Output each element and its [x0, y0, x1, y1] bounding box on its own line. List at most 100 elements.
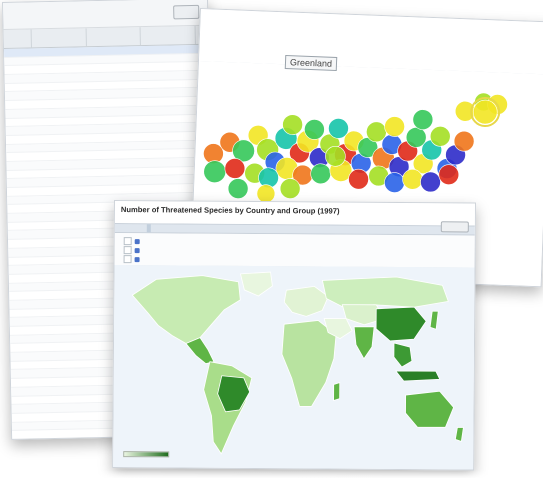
menu-edit[interactable]: [133, 224, 137, 232]
chevron-down-icon[interactable]: [134, 256, 140, 262]
table-cell: [39, 369, 94, 378]
table-cell: [89, 176, 144, 185]
table-cell: [11, 387, 39, 395]
table-cell: [40, 429, 95, 438]
table-cell: [87, 55, 142, 64]
legend-color-scale: [123, 451, 170, 458]
bubble[interactable]: [325, 146, 346, 167]
table-cell: [11, 404, 39, 412]
world-map[interactable]: [113, 265, 475, 470]
location-select[interactable]: [123, 246, 132, 255]
table-cell: [9, 309, 37, 317]
table-cell: [38, 334, 93, 343]
column-header[interactable]: [140, 25, 196, 46]
table-cell: [37, 299, 92, 308]
table-cell: [141, 45, 196, 54]
table-cell: [35, 204, 90, 213]
menu-file[interactable]: [119, 224, 123, 232]
table-cell: [9, 274, 37, 282]
bubble[interactable]: [348, 168, 369, 190]
table-cell: [88, 116, 143, 125]
table-cell: [33, 91, 88, 100]
map-controls: [114, 233, 475, 269]
table-cell: [38, 325, 93, 334]
table-cell: [10, 326, 38, 334]
visualization-select[interactable]: [123, 237, 132, 246]
world-map-svg: [113, 265, 475, 470]
bubble[interactable]: [282, 114, 303, 135]
bubble[interactable]: [384, 172, 405, 193]
table-cell: [12, 413, 40, 421]
table-cell: [35, 169, 90, 178]
table-cell: [5, 74, 33, 82]
table-cell: [40, 412, 95, 421]
table-cell: [39, 395, 94, 404]
column-header[interactable]: [3, 29, 32, 48]
bubble[interactable]: [438, 164, 460, 185]
bubble[interactable]: [453, 130, 475, 152]
table-cell: [89, 168, 144, 177]
bubble[interactable]: [279, 178, 301, 199]
table-cell: [10, 318, 38, 326]
table-cell: [88, 124, 143, 133]
table-cell: [87, 81, 142, 90]
table-cell: [12, 431, 40, 439]
table-cell: [12, 422, 40, 430]
menu-view[interactable]: [126, 224, 130, 232]
table-cell: [33, 108, 88, 117]
table-cell: [36, 230, 91, 239]
bottom-fade: [0, 470, 543, 478]
table-cell: [144, 158, 199, 167]
table-cell: [7, 187, 35, 195]
bubble[interactable]: [203, 160, 227, 183]
table-cell: [143, 149, 198, 158]
table-cell: [142, 80, 197, 89]
table-cell: [5, 118, 33, 126]
table-cell: [5, 83, 33, 91]
table-cell: [35, 212, 90, 221]
menu-share[interactable]: [146, 224, 151, 233]
chevron-down-icon[interactable]: [134, 247, 140, 253]
table-cell: [87, 63, 142, 72]
share-button[interactable]: [440, 221, 469, 233]
table-cell: [6, 161, 34, 169]
table-cell: [88, 107, 143, 116]
bubble[interactable]: [420, 171, 441, 193]
table-cell: [35, 186, 90, 195]
bubble[interactable]: [412, 109, 434, 130]
country-indonesia[interactable]: [394, 370, 441, 382]
table-cell: [7, 205, 35, 213]
bubble[interactable]: [227, 178, 249, 199]
chevron-down-icon[interactable]: [134, 238, 140, 244]
bubble[interactable]: [310, 163, 332, 185]
table-cell: [10, 344, 38, 352]
menu-visualize[interactable]: [140, 224, 144, 232]
table-cell: [142, 97, 197, 106]
table-cell: [11, 361, 39, 369]
value-select[interactable]: [123, 255, 132, 264]
column-header[interactable]: [31, 28, 87, 48]
column-header[interactable]: [86, 27, 142, 47]
table-cell: [9, 292, 37, 300]
bubble[interactable]: [402, 168, 423, 190]
location-control: [121, 246, 140, 255]
bubble[interactable]: [224, 158, 246, 179]
table-cell: [8, 239, 36, 247]
bubble[interactable]: [384, 116, 405, 137]
table-cell: [34, 151, 89, 160]
table-cell: [10, 335, 38, 343]
table-cell: [4, 48, 32, 56]
table-cell: [142, 71, 197, 80]
table-cell: [37, 273, 92, 282]
country-madagascar[interactable]: [333, 382, 341, 402]
bubble[interactable]: [304, 119, 325, 140]
table-cell: [34, 160, 89, 169]
table-cell: [32, 65, 87, 74]
table-cell: [38, 343, 93, 352]
table-cell: [37, 308, 92, 317]
toolbar-button[interactable]: [173, 4, 200, 20]
table-cell: [37, 282, 92, 291]
table-cell: [7, 196, 35, 204]
bubble[interactable]: [429, 126, 451, 147]
table-cell: [35, 195, 90, 204]
